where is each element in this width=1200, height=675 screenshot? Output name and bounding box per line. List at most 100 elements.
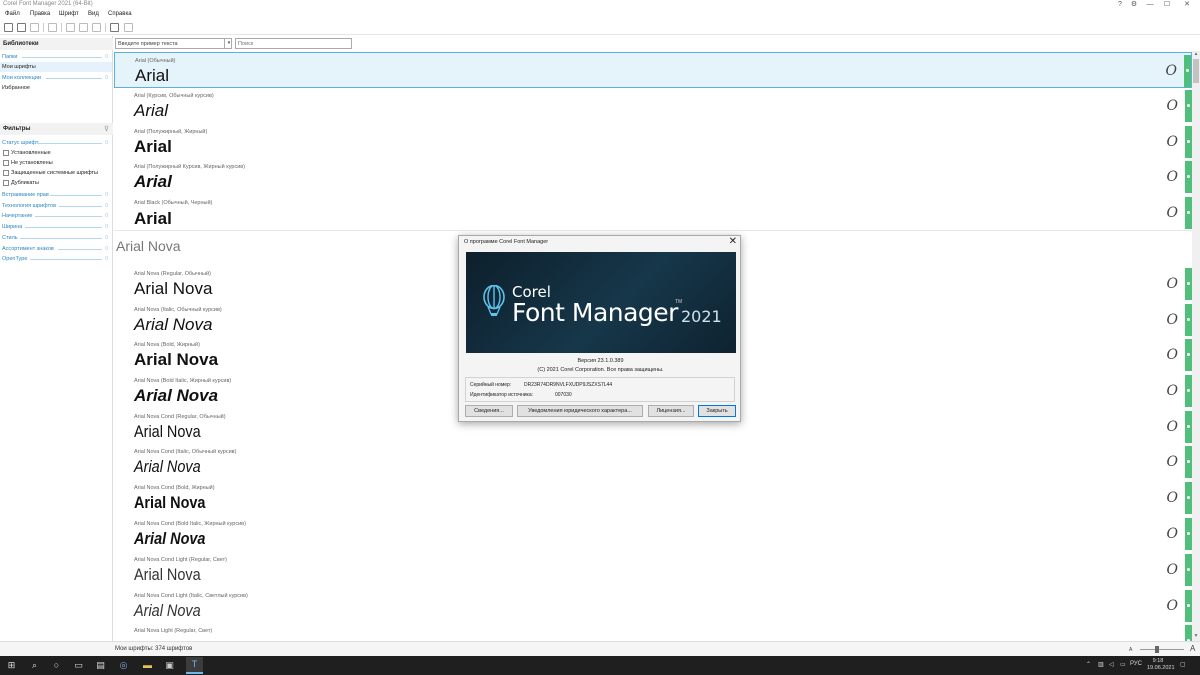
close-icon[interactable]: ✕: [729, 236, 737, 247]
menu-view[interactable]: Вид: [88, 11, 99, 17]
install-icon[interactable]: [66, 23, 75, 32]
font-row[interactable]: Arial (Полужирный, Жирный) Arial O: [114, 124, 1192, 160]
search-icon[interactable]: ⌕: [29, 660, 40, 671]
filter-count: 0: [105, 192, 108, 198]
font-row[interactable]: Arial (Курсив, Обычный курсив) Arial O: [114, 88, 1192, 124]
my-collections-link[interactable]: Мои коллекции: [2, 75, 41, 81]
zoom-slider-thumb[interactable]: [1155, 646, 1159, 653]
clock[interactable]: 9:18 19.06.2021: [1147, 658, 1175, 672]
filter-width[interactable]: Ширина: [2, 224, 22, 230]
font-row[interactable]: Arial Nova Light (Regular, Свет): [114, 623, 1192, 641]
font-row[interactable]: Arial Nova Cond Light (Italic, Светлый к…: [114, 588, 1192, 624]
installed-checkbox[interactable]: [3, 150, 9, 156]
installed-indicator[interactable]: [1185, 625, 1192, 641]
filter-count: 0: [105, 224, 108, 230]
maximize-button[interactable]: ☐: [1160, 0, 1174, 10]
duplicates-checkbox[interactable]: [3, 180, 9, 186]
font-row[interactable]: Arial Nova Cond (Bold Italic, Жирный кур…: [114, 516, 1192, 552]
zoom-out-icon[interactable]: A: [1129, 647, 1132, 653]
minimize-button[interactable]: —: [1143, 0, 1157, 10]
gear-icon[interactable]: ⚙: [1127, 0, 1141, 10]
windows-start-icon[interactable]: ⊞: [6, 660, 17, 671]
search-input[interactable]: [235, 38, 352, 49]
installed-indicator[interactable]: [1185, 304, 1192, 336]
license-button[interactable]: Лицензия...: [648, 405, 694, 417]
installed-indicator[interactable]: [1185, 446, 1192, 478]
menu-font[interactable]: Шрифт: [59, 11, 79, 17]
font-row[interactable]: Arial Black (Обычный, Черный) Arial O: [114, 195, 1192, 231]
font-list-scrollbar[interactable]: ▲ ▼: [1192, 51, 1200, 641]
window-title: Corel Font Manager 2021 (64-Bit): [3, 1, 93, 7]
font-row[interactable]: Arial Nova Cond (Italic, Обычный курсив)…: [114, 444, 1192, 480]
menu-edit[interactable]: Правка: [30, 11, 50, 17]
funnel-icon[interactable]: ⊽: [104, 125, 109, 133]
installed-indicator[interactable]: [1185, 197, 1192, 229]
installed-indicator[interactable]: [1185, 161, 1192, 193]
menu-help[interactable]: Справка: [108, 11, 132, 17]
installed-indicator[interactable]: [1185, 90, 1192, 122]
filter-weight[interactable]: Начертание: [2, 213, 32, 219]
installed-indicator[interactable]: [1184, 55, 1191, 87]
folders-link[interactable]: Папки: [2, 54, 17, 60]
battery-icon[interactable]: ▭: [1120, 661, 1126, 668]
filter-opentype[interactable]: OpenType: [2, 256, 27, 262]
close-button[interactable]: Закрыть: [698, 405, 736, 417]
installed-indicator[interactable]: [1185, 518, 1192, 550]
task-view-icon[interactable]: ▭: [73, 660, 84, 671]
filter-technology[interactable]: Технология шрифтов: [2, 203, 56, 209]
help-icon[interactable]: ?: [1113, 0, 1127, 10]
scroll-down-icon[interactable]: ▼: [1192, 633, 1200, 640]
new-collection-icon[interactable]: [4, 23, 13, 32]
cortana-icon[interactable]: ○: [51, 660, 62, 671]
scroll-up-icon[interactable]: ▲: [1192, 51, 1200, 58]
zoom-slider-track[interactable]: [1140, 649, 1184, 650]
installed-indicator[interactable]: [1185, 411, 1192, 443]
sidebar-item-favorites[interactable]: Избранное: [2, 85, 30, 91]
font-row[interactable]: Arial Nova Cond Light (Regular, Свет) Ar…: [114, 552, 1192, 588]
explorer-icon[interactable]: ▤: [95, 660, 106, 671]
close-window-button[interactable]: ✕: [1180, 0, 1194, 10]
installed-indicator[interactable]: [1185, 375, 1192, 407]
font-row[interactable]: Arial (Обычный) Arial O: [114, 52, 1192, 88]
sample-text-input[interactable]: [115, 38, 232, 49]
speaker-icon[interactable]: ◁: [1109, 661, 1114, 668]
add-icon[interactable]: [30, 23, 39, 32]
browser-icon[interactable]: ◎: [118, 660, 129, 671]
legal-notices-button[interactable]: Уведомления юридического характера...: [517, 405, 643, 417]
scroll-thumb[interactable]: [1193, 59, 1199, 83]
delete-icon[interactable]: [48, 23, 57, 32]
glyph-icon[interactable]: [124, 23, 133, 32]
menu-file[interactable]: Файл: [5, 11, 20, 17]
not-installed-checkbox[interactable]: [3, 160, 9, 166]
installed-indicator[interactable]: [1185, 590, 1192, 622]
copy-icon[interactable]: [110, 23, 119, 32]
package-icon[interactable]: [92, 23, 101, 32]
tray-chevron-icon[interactable]: ⌃: [1086, 661, 1091, 668]
status-count: 0: [105, 140, 108, 146]
zoom-in-icon[interactable]: A: [1190, 644, 1195, 653]
sidebar-item-my-fonts[interactable]: Мои шрифты: [0, 62, 112, 72]
system-fonts-checkbox[interactable]: [3, 170, 9, 176]
source-id-value: 007030: [555, 392, 572, 398]
installed-indicator[interactable]: [1185, 554, 1192, 586]
network-icon[interactable]: ▥: [1098, 661, 1104, 668]
new-folder-icon[interactable]: [17, 23, 26, 32]
uninstall-icon[interactable]: [79, 23, 88, 32]
filter-charset[interactable]: Ассортимент знаков: [2, 246, 54, 252]
keyboard-language[interactable]: РУС: [1130, 661, 1142, 667]
font-row[interactable]: Arial Nova Cond (Bold, Жирный) Arial Nov…: [114, 480, 1192, 516]
app-icon[interactable]: ▣: [164, 660, 175, 671]
installed-indicator[interactable]: [1185, 126, 1192, 158]
installed-indicator[interactable]: [1185, 339, 1192, 371]
details-button[interactable]: Сведения...: [465, 405, 513, 417]
installed-indicator[interactable]: [1185, 268, 1192, 300]
notifications-icon[interactable]: ▢: [1180, 661, 1186, 668]
folder-icon[interactable]: ▬: [142, 660, 153, 671]
filter-style[interactable]: Стиль: [2, 235, 18, 241]
installed-indicator[interactable]: [1185, 482, 1192, 514]
font-manager-taskbar-icon[interactable]: T: [186, 657, 203, 674]
font-family-heading[interactable]: Arial Nova: [116, 238, 181, 254]
filter-embedding[interactable]: Встраивание прав: [2, 192, 49, 198]
font-row[interactable]: Arial (Полужирный Курсив, Жирный курсив)…: [114, 159, 1192, 195]
chevron-down-icon[interactable]: ▾: [224, 38, 233, 49]
